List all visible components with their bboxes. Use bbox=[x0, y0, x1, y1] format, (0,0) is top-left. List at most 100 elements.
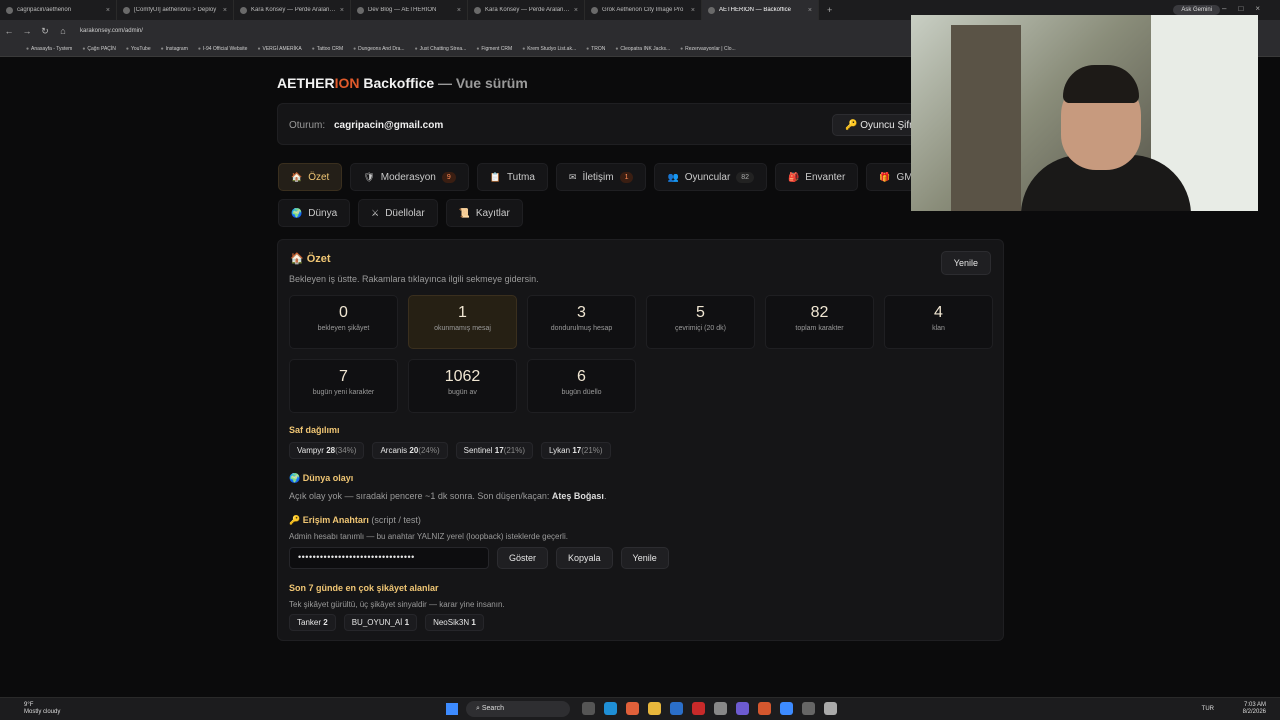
browser-tab[interactable]: Grok Aetherion City Image Pro × bbox=[585, 0, 702, 20]
app-icon[interactable] bbox=[780, 702, 793, 715]
tab-close-icon[interactable]: × bbox=[691, 7, 695, 14]
tab-close-icon[interactable]: × bbox=[340, 7, 344, 14]
class-count: 28 bbox=[326, 446, 336, 455]
chrome-icon[interactable] bbox=[626, 702, 639, 715]
access-key-field[interactable]: •••••••••••••••••••••••••••••••• bbox=[289, 547, 489, 569]
bookmark-item[interactable]: Çağrı PAÇİN bbox=[82, 46, 116, 52]
taskbar-apps bbox=[582, 702, 837, 715]
bookmark-item[interactable]: Just Chatting Strea... bbox=[415, 46, 467, 52]
tab-close-icon[interactable]: × bbox=[106, 7, 110, 14]
app-icon[interactable] bbox=[758, 702, 771, 715]
bookmark-item[interactable]: Rezervasyonlar | Clo... bbox=[680, 46, 735, 52]
stat-value: 1 bbox=[458, 304, 467, 321]
discord-icon[interactable] bbox=[736, 702, 749, 715]
tab-row2-3[interactable]: 📜 Kayıtlar bbox=[445, 199, 523, 227]
stat-value: 0 bbox=[339, 304, 348, 321]
stat-card[interactable]: 0 bekleyen şikâyet bbox=[289, 295, 398, 349]
explorer-icon[interactable] bbox=[648, 702, 661, 715]
tab-count-badge: 1 bbox=[619, 171, 634, 183]
stat-card[interactable]: 6 bugün düello bbox=[527, 359, 636, 413]
tab-5[interactable]: 👥 Oyuncular 82 bbox=[654, 163, 768, 191]
taskbar-search[interactable]: ⌕ Search bbox=[466, 701, 570, 717]
stat-label: okunmamış mesaj bbox=[434, 325, 491, 332]
tab-row2-2[interactable]: ⚔ Düellolar bbox=[358, 199, 438, 227]
back-icon[interactable]: ← bbox=[0, 26, 18, 36]
app-icon[interactable] bbox=[802, 702, 815, 715]
access-key-description: Admin hesabı tanımlı — bu anahtar YALNIZ… bbox=[289, 532, 568, 541]
steam-icon[interactable] bbox=[714, 702, 727, 715]
complaint-chip[interactable]: NeoSik3N 1 bbox=[425, 614, 484, 631]
tab-label: Düellolar bbox=[385, 207, 425, 219]
tab-count-badge: 82 bbox=[736, 171, 755, 183]
stat-card[interactable]: 4 klan bbox=[884, 295, 993, 349]
ask-gemini-button[interactable]: Ask Gemini bbox=[1173, 5, 1220, 15]
stat-label: çevrimiçi (20 dk) bbox=[675, 325, 726, 332]
stat-card[interactable]: 1 okunmamış mesaj bbox=[408, 295, 517, 349]
stat-card[interactable]: 82 toplam karakter bbox=[765, 295, 874, 349]
class-chip: Vampyr 28(34%) bbox=[289, 442, 365, 459]
app-icon[interactable] bbox=[824, 702, 837, 715]
stat-card[interactable]: 7 bugün yeni karakter bbox=[289, 359, 398, 413]
weather-widget[interactable]: 9°F Mostly cloudy bbox=[24, 702, 60, 716]
reload-icon[interactable]: ↻ bbox=[36, 26, 54, 37]
bookmark-item[interactable]: Figment CRM bbox=[476, 46, 512, 52]
complaint-name: NeoSik3N bbox=[433, 618, 470, 627]
app-icon[interactable] bbox=[670, 702, 683, 715]
new-tab-button[interactable]: + bbox=[819, 5, 840, 15]
stat-label: bekleyen şikâyet bbox=[317, 325, 370, 332]
refresh-button[interactable]: Yenile bbox=[940, 251, 991, 275]
tab-2[interactable]: 🛡 Moderasyon 9 bbox=[350, 163, 469, 191]
bookmark-item[interactable]: Dungeons And Dra... bbox=[353, 46, 404, 52]
tab-close-icon[interactable]: × bbox=[457, 7, 461, 14]
browser-tab[interactable]: cagripacin/aetherion × bbox=[0, 0, 117, 20]
tab-3[interactable]: 📋 Tutma bbox=[476, 163, 548, 191]
tab-close-icon[interactable]: × bbox=[808, 7, 812, 14]
show-key-button[interactable]: Göster bbox=[497, 547, 549, 569]
tab-close-icon[interactable]: × bbox=[574, 7, 578, 14]
complaint-count: 2 bbox=[323, 618, 328, 627]
class-chip: Lykan 17(21%) bbox=[541, 442, 611, 459]
bookmark-item[interactable]: Instagram bbox=[161, 46, 188, 52]
forward-icon[interactable]: → bbox=[18, 26, 36, 36]
edge-icon[interactable] bbox=[604, 702, 617, 715]
home-icon[interactable]: ⌂ bbox=[54, 26, 72, 36]
tab-6[interactable]: 🎒 Envanter bbox=[775, 163, 859, 191]
complaints-description: Tek şikâyet gürültü, üç şikâyet sinyaldi… bbox=[289, 600, 505, 609]
bookmark-item[interactable]: I-94 Official Website bbox=[198, 46, 248, 52]
browser-tab[interactable]: [ComfyUI] aetherionu > Deploy × bbox=[117, 0, 234, 20]
class-name: Lykan bbox=[549, 446, 571, 455]
bookmark-item[interactable]: Tattoo CRM bbox=[312, 46, 343, 52]
bookmark-item[interactable]: Krem Studyo List.ak... bbox=[522, 46, 576, 52]
tab-4[interactable]: ✉ İletişim 1 bbox=[555, 163, 647, 191]
browser-tab[interactable]: Kara Konsey — Perde Aralanıyor × bbox=[234, 0, 351, 20]
world-last-boss: Ateş Boğası bbox=[551, 491, 604, 501]
bookmark-item[interactable]: Cleopatra INK Jacks... bbox=[615, 46, 670, 52]
regenerate-key-button[interactable]: Yenile bbox=[620, 547, 669, 569]
bookmark-item[interactable]: YouTube bbox=[126, 46, 151, 52]
bookmark-item[interactable]: TRON bbox=[586, 46, 605, 52]
windows-start-icon[interactable] bbox=[446, 703, 458, 715]
complaint-chip[interactable]: Tanker 2 bbox=[289, 614, 336, 631]
bookmark-item[interactable]: VERGİ AMERİKA bbox=[257, 46, 302, 52]
app-icon[interactable] bbox=[692, 702, 705, 715]
stat-card[interactable]: 3 dondurulmuş hesap bbox=[527, 295, 636, 349]
browser-tab[interactable]: Kara Konsey — Perde Aralanıyor × bbox=[468, 0, 585, 20]
tab-1[interactable]: 🏠 Özet bbox=[278, 163, 343, 191]
tab-label: Dünya bbox=[308, 207, 338, 219]
task-view-icon[interactable] bbox=[582, 702, 595, 715]
window-controls[interactable]: –□× bbox=[1222, 4, 1272, 13]
tab-close-icon[interactable]: × bbox=[223, 7, 227, 14]
stat-card[interactable]: 1062 bugün av bbox=[408, 359, 517, 413]
url-field[interactable]: karakonsey.com/admin/ bbox=[80, 28, 143, 34]
tab-icon: 🛡 bbox=[363, 171, 375, 182]
complaint-chip[interactable]: BU_OYUN_Aİ 1 bbox=[343, 614, 418, 631]
copy-key-button[interactable]: Kopyala bbox=[556, 547, 613, 569]
language-indicator[interactable]: TUR bbox=[1202, 706, 1214, 712]
class-percent: (34%) bbox=[335, 446, 357, 455]
system-clock[interactable]: 7:03 AM 8/2/2026 bbox=[1243, 702, 1266, 716]
bookmark-item[interactable]: Anasayfa - Tystem bbox=[26, 46, 72, 52]
stat-card[interactable]: 5 çevrimiçi (20 dk) bbox=[646, 295, 755, 349]
browser-tab[interactable]: Dev Blog — AETHERION × bbox=[351, 0, 468, 20]
browser-tab[interactable]: AETHERION — Backoffice × bbox=[702, 0, 819, 20]
tab-row2-1[interactable]: 🌍 Dünya bbox=[278, 199, 351, 227]
